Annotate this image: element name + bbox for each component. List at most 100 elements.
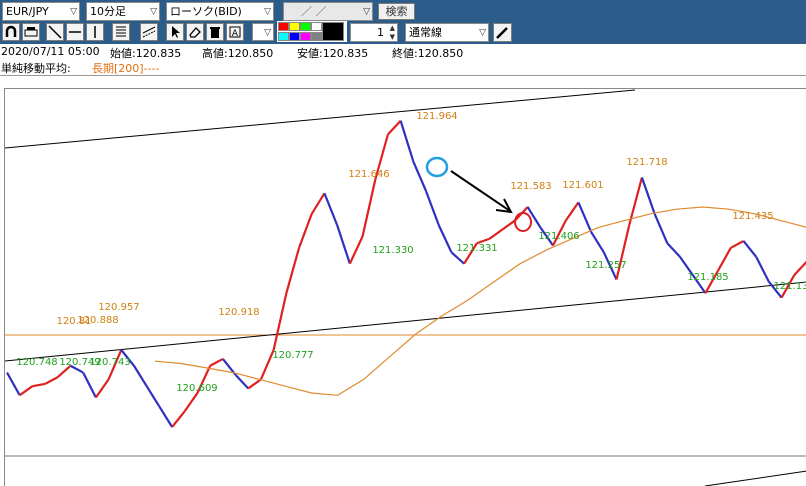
symbol-value: EUR/JPY: [6, 5, 49, 18]
price-label: 121.435: [732, 211, 773, 222]
cursor-tool-button[interactable]: [166, 23, 184, 41]
price-segment: [451, 252, 464, 263]
price-label: 120.743: [89, 357, 130, 368]
trendline: [705, 471, 806, 486]
color-swatch[interactable]: [311, 32, 322, 41]
price-segment: [32, 384, 45, 386]
color-swatch[interactable]: [322, 22, 344, 41]
color-swatch[interactable]: [278, 22, 289, 31]
price-segment: [83, 373, 96, 398]
price-segment: [401, 121, 414, 162]
price-segment: [566, 202, 579, 220]
ohlc-info-bar: 2020/07/11 05:00 始値:120.835 高値:120.850 安…: [0, 44, 806, 60]
color-swatch[interactable]: [278, 32, 289, 41]
price-label: 120.957: [98, 302, 139, 313]
color-swatch[interactable]: [289, 22, 300, 31]
price-segment: [45, 377, 58, 384]
price-segment: [439, 225, 452, 252]
price-segment: [7, 373, 20, 396]
price-label: 121.330: [372, 245, 413, 256]
color-palette: [277, 21, 347, 42]
search-button[interactable]: 検索: [378, 3, 415, 20]
text-tool-button[interactable]: A: [226, 23, 244, 41]
line-type-value: 通常線: [409, 26, 442, 39]
channel-tool-button[interactable]: [140, 23, 158, 41]
date-select[interactable]: ／ ／ ▽: [283, 2, 373, 21]
price-segment: [794, 261, 806, 275]
date-value: ／ ／: [301, 5, 327, 18]
price-segment: [172, 411, 185, 427]
price-label: 120.748: [16, 357, 57, 368]
price-label: 121.13: [774, 281, 806, 292]
high-price-text: 高値:120.850: [202, 45, 273, 61]
trendline: [5, 90, 635, 148]
chevron-down-icon: ▽: [479, 24, 486, 42]
price-segment: [210, 359, 223, 366]
price-chart[interactable]: 121.964121.646121.583121.601121.718121.4…: [5, 89, 806, 486]
delete-tool-button[interactable]: [206, 23, 224, 41]
indicator-value: 長期[200]----: [92, 60, 159, 76]
price-segment: [236, 375, 249, 389]
price-segment: [591, 232, 604, 252]
low-price-text: 安値:120.835: [297, 45, 368, 61]
chevron-down-icon: ▽: [264, 3, 271, 21]
price-segment: [147, 386, 160, 406]
magnet-tool-button[interactable]: [2, 23, 20, 41]
price-segment: [337, 225, 350, 264]
chart-type-value: ローソク(BID): [170, 5, 242, 18]
price-label: 120.888: [77, 315, 118, 326]
cursor-arrow-icon: [167, 24, 183, 40]
eraser-tool-button[interactable]: [186, 23, 204, 41]
price-label: 121.185: [687, 272, 728, 283]
chart-area[interactable]: 121.964121.646121.583121.601121.718121.4…: [4, 88, 806, 486]
price-segment: [756, 257, 769, 282]
price-segment: [413, 162, 426, 191]
channel-icon: [141, 24, 157, 40]
line-width-spinner[interactable]: 1▲▼: [350, 23, 398, 42]
color-select[interactable]: ▽: [252, 23, 274, 41]
eraser-icon: [187, 24, 203, 40]
price-label: 121.718: [626, 157, 667, 168]
price-label: 121.964: [416, 111, 457, 122]
pen-tool-button[interactable]: [493, 23, 512, 42]
color-swatch[interactable]: [300, 22, 311, 31]
spinner-arrows-icon: ▲▼: [390, 24, 395, 42]
symbol-select[interactable]: EUR/JPY▽: [2, 2, 80, 21]
price-segment: [744, 241, 757, 257]
indicator-legend: 単純移動平均: 長期[200]----: [0, 60, 806, 76]
color-swatch[interactable]: [300, 32, 311, 41]
price-segment: [248, 379, 261, 388]
timeframe-select[interactable]: 10分足▽: [86, 2, 160, 21]
color-swatch[interactable]: [289, 32, 300, 41]
trash-icon: [207, 24, 223, 40]
price-segment: [388, 121, 401, 135]
vertical-line-icon: [87, 24, 103, 40]
vline-tool-button[interactable]: [86, 23, 104, 41]
price-label: 120.918: [218, 307, 259, 318]
line-type-select[interactable]: 通常線 ▽: [405, 23, 489, 42]
price-label: 120.777: [272, 350, 313, 361]
toolbar: EUR/JPY▽ 10分足▽ ローソク(BID)▽ ／ ／▽ 検索 A ▽ 1▲…: [0, 0, 806, 44]
blue-circle-annotation: [427, 158, 447, 176]
trendline: [5, 282, 806, 361]
price-label: 121.583: [510, 181, 551, 192]
datetime-text: 2020/07/11 05:00: [1, 45, 100, 58]
price-segment: [324, 193, 337, 225]
fibonacci-tool-button[interactable]: [112, 23, 130, 41]
horizontal-line-icon: [67, 24, 83, 40]
hline-tool-button[interactable]: [66, 23, 84, 41]
price-label: 121.601: [562, 180, 603, 191]
price-label: 121.257: [585, 260, 626, 271]
open-price-text: 始値:120.835: [110, 45, 181, 61]
color-swatch[interactable]: [311, 22, 322, 31]
trendline-tool-button[interactable]: [46, 23, 64, 41]
price-segment: [96, 379, 109, 397]
print-tool-button[interactable]: [22, 23, 40, 41]
chevron-down-icon: ▽: [363, 3, 370, 21]
chart-type-select[interactable]: ローソク(BID) ▽: [166, 2, 274, 21]
price-segment: [731, 241, 744, 248]
chevron-down-icon: ▽: [264, 24, 271, 41]
close-price-text: 終値:120.850: [392, 45, 463, 61]
price-segment: [667, 243, 680, 257]
svg-text:A: A: [232, 29, 239, 39]
